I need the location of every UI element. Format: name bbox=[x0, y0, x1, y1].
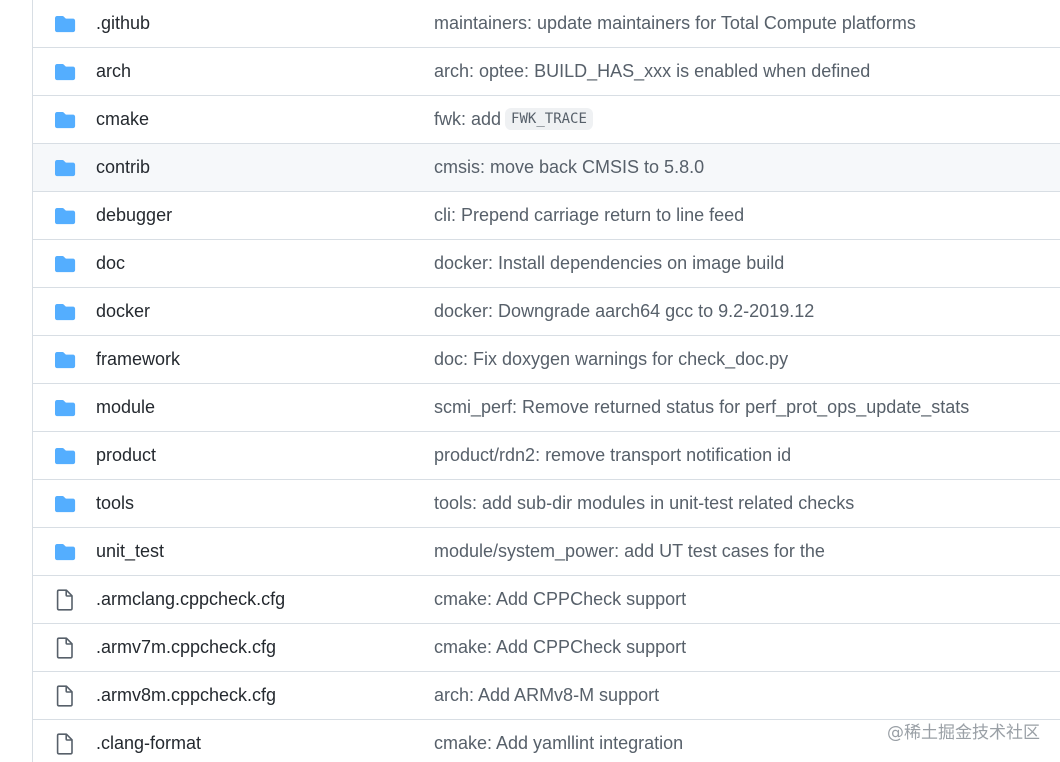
directory-row[interactable]: tools tools: add sub-dir modules in unit-… bbox=[33, 480, 1060, 528]
directory-row[interactable]: .github maintainers: update maintainers f… bbox=[33, 0, 1060, 48]
repository-file-browser: .github maintainers: update maintainers f… bbox=[0, 0, 1060, 762]
directory-row[interactable]: cmake fwk: add FWK_TRACE bbox=[33, 96, 1060, 144]
folder-icon bbox=[52, 109, 78, 131]
file-icon bbox=[52, 589, 78, 611]
file-row[interactable]: .armv7m.cppcheck.cfg cmake: Add CPPCheck … bbox=[33, 624, 1060, 672]
folder-icon bbox=[52, 205, 78, 227]
commit-message-text: docker: Install dependencies on image bu… bbox=[434, 253, 785, 273]
commit-message-link[interactable]: maintainers: update maintainers for Tota… bbox=[434, 0, 916, 47]
commit-message-link[interactable]: cmake: Add CPPCheck support bbox=[434, 624, 686, 671]
file-name-link[interactable]: .armv7m.cppcheck.cfg bbox=[96, 624, 276, 671]
commit-message-text: product/rdn2: remove transport notificat… bbox=[434, 445, 792, 465]
commit-message-link[interactable]: fwk: add FWK_TRACE bbox=[434, 96, 593, 143]
folder-icon bbox=[52, 61, 78, 83]
folder-icon bbox=[52, 445, 78, 467]
file-name-link[interactable]: .armclang.cppcheck.cfg bbox=[96, 576, 285, 623]
commit-message-text: arch: Add ARMv8-M support bbox=[434, 685, 660, 705]
commit-message-text: docker: Downgrade aarch64 gcc to 9.2-201… bbox=[434, 301, 815, 321]
commit-message-link[interactable]: docker: Downgrade aarch64 gcc to 9.2-201… bbox=[434, 288, 814, 335]
file-name-link[interactable]: module bbox=[96, 384, 155, 431]
file-name-link[interactable]: unit_test bbox=[96, 528, 164, 575]
folder-icon bbox=[52, 13, 78, 35]
commit-message-link[interactable]: cli: Prepend carriage return to line fee… bbox=[434, 192, 744, 239]
directory-row[interactable]: contrib cmsis: move back CMSIS to 5.8.0 bbox=[33, 144, 1060, 192]
folder-icon bbox=[52, 493, 78, 515]
file-name-link[interactable]: arch bbox=[96, 48, 131, 95]
inline-code: FWK_TRACE bbox=[505, 108, 593, 130]
commit-message-text: scmi_perf: Remove returned status for pe… bbox=[434, 397, 970, 417]
commit-message-text: cmake: Add CPPCheck support bbox=[434, 637, 687, 657]
file-icon bbox=[52, 685, 78, 707]
file-name-link[interactable]: framework bbox=[96, 336, 180, 383]
folder-icon bbox=[52, 349, 78, 371]
directory-row[interactable]: debugger cli: Prepend carriage return to … bbox=[33, 192, 1060, 240]
commit-message-text: tools: add sub-dir modules in unit-test … bbox=[434, 493, 855, 513]
file-name-link[interactable]: docker bbox=[96, 288, 150, 335]
commit-message-link[interactable]: doc: Fix doxygen warnings for check_doc.… bbox=[434, 336, 788, 383]
commit-message-link[interactable]: tools: add sub-dir modules in unit-test … bbox=[434, 480, 854, 527]
file-name-link[interactable]: doc bbox=[96, 240, 125, 287]
file-list: .github maintainers: update maintainers f… bbox=[32, 0, 1060, 762]
directory-row[interactable]: docker docker: Downgrade aarch64 gcc to 9… bbox=[33, 288, 1060, 336]
commit-message-link[interactable]: module/system_power: add UT test cases f… bbox=[434, 528, 825, 575]
commit-message-text: fwk: add bbox=[434, 109, 502, 129]
folder-icon bbox=[52, 397, 78, 419]
commit-message-text: maintainers: update maintainers for Tota… bbox=[434, 13, 916, 33]
folder-icon bbox=[52, 301, 78, 323]
commit-message-link[interactable]: arch: Add ARMv8-M support bbox=[434, 672, 659, 719]
watermark: @稀土掘金技术社区 bbox=[887, 723, 1040, 743]
commit-message-link[interactable]: cmake: Add CPPCheck support bbox=[434, 576, 686, 623]
file-name-link[interactable]: tools bbox=[96, 480, 134, 527]
commit-message-text: cmake: Add CPPCheck support bbox=[434, 589, 687, 609]
directory-row[interactable]: arch arch: optee: BUILD_HAS_xxx is enable… bbox=[33, 48, 1060, 96]
commit-message-link[interactable]: product/rdn2: remove transport notificat… bbox=[434, 432, 791, 479]
commit-message-link[interactable]: cmsis: move back CMSIS to 5.8.0 bbox=[434, 144, 704, 191]
file-name-link[interactable]: contrib bbox=[96, 144, 150, 191]
directory-row[interactable]: framework doc: Fix doxygen warnings for c… bbox=[33, 336, 1060, 384]
commit-message-link[interactable]: cmake: Add yamllint integration bbox=[434, 720, 683, 762]
commit-message-text: doc: Fix doxygen warnings for check_doc.… bbox=[434, 349, 789, 369]
commit-message-text: cli: Prepend carriage return to line fee… bbox=[434, 205, 745, 225]
commit-message-text: arch: optee: BUILD_HAS_xxx is enabled wh… bbox=[434, 61, 871, 81]
directory-row[interactable]: unit_test module/system_power: add UT tes… bbox=[33, 528, 1060, 576]
file-icon bbox=[52, 733, 78, 755]
file-row[interactable]: .armclang.cppcheck.cfg cmake: Add CPPChec… bbox=[33, 576, 1060, 624]
commit-message-text: cmake: Add yamllint integration bbox=[434, 733, 684, 753]
folder-icon bbox=[52, 253, 78, 275]
file-name-link[interactable]: product bbox=[96, 432, 156, 479]
commit-message-text: cmsis: move back CMSIS to 5.8.0 bbox=[434, 157, 705, 177]
file-icon bbox=[52, 637, 78, 659]
folder-icon bbox=[52, 541, 78, 563]
commit-message-text: module/system_power: add UT test cases f… bbox=[434, 541, 825, 561]
commit-message-link[interactable]: arch: optee: BUILD_HAS_xxx is enabled wh… bbox=[434, 48, 870, 95]
directory-row[interactable]: module scmi_perf: Remove returned status … bbox=[33, 384, 1060, 432]
file-name-link[interactable]: .armv8m.cppcheck.cfg bbox=[96, 672, 276, 719]
directory-row[interactable]: product product/rdn2: remove transport no… bbox=[33, 432, 1060, 480]
file-row[interactable]: .armv8m.cppcheck.cfg arch: Add ARMv8-M su… bbox=[33, 672, 1060, 720]
directory-row[interactable]: doc docker: Install dependencies on image… bbox=[33, 240, 1060, 288]
file-name-link[interactable]: .github bbox=[96, 0, 150, 47]
file-name-link[interactable]: debugger bbox=[96, 192, 172, 239]
folder-icon bbox=[52, 157, 78, 179]
commit-message-link[interactable]: docker: Install dependencies on image bu… bbox=[434, 240, 784, 287]
file-name-link[interactable]: cmake bbox=[96, 96, 149, 143]
file-name-link[interactable]: .clang-format bbox=[96, 720, 201, 762]
commit-message-link[interactable]: scmi_perf: Remove returned status for pe… bbox=[434, 384, 969, 431]
